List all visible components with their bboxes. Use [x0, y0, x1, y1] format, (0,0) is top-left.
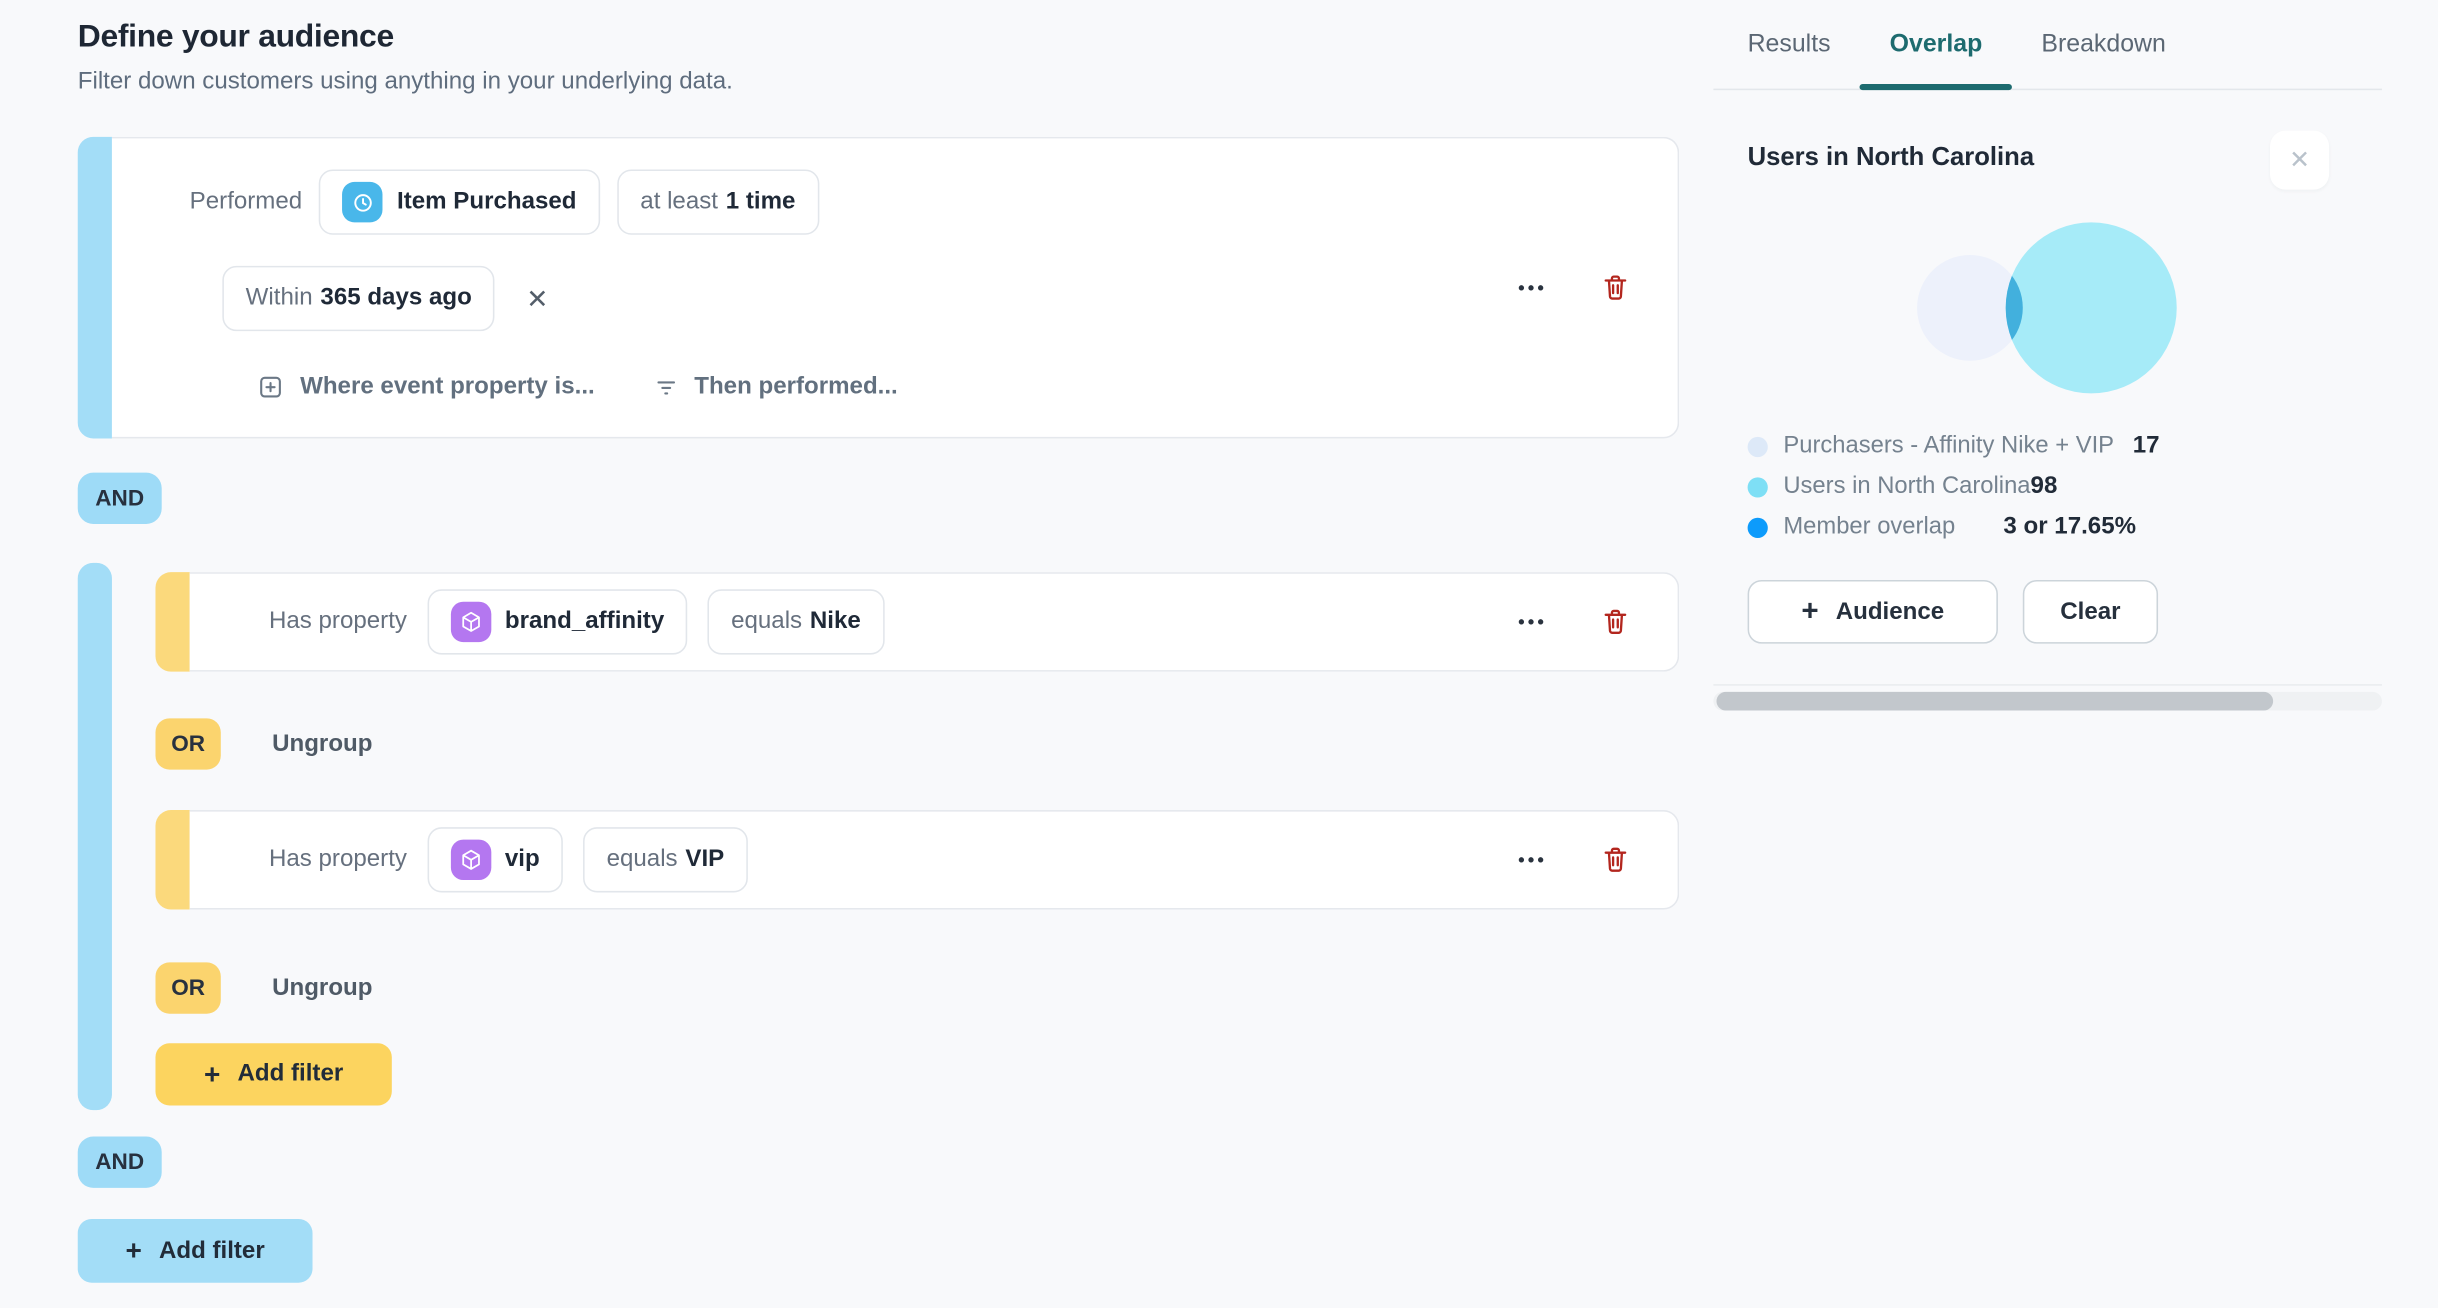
- event-group-color-bar: [77, 136, 112, 439]
- close-icon[interactable]: ✕: [2270, 130, 2330, 190]
- has-property-label: Has property: [268, 607, 407, 635]
- add-audience-label: Audience: [1835, 597, 1945, 625]
- legend-value: 98: [2030, 472, 2058, 500]
- audience-builder-page: Define your audience Filter down custome…: [0, 0, 2438, 1308]
- ungroup-link[interactable]: Ungroup: [272, 730, 372, 758]
- legend-value: 17: [2132, 432, 2160, 459]
- results-panel: Results Overlap Breakdown Users in North…: [1713, 0, 2382, 1308]
- panel-actions: + Audience Clear: [1747, 579, 2159, 644]
- more-options-icon[interactable]: •••: [1518, 611, 1547, 633]
- filter-icon: [652, 374, 678, 400]
- overlap-legend: Purchasers - Affinity Nike + VIP 17 User…: [1747, 426, 2160, 547]
- legend-label: Purchasers - Affinity Nike + VIP: [1783, 432, 2115, 459]
- performed-label: Performed: [189, 188, 303, 215]
- tab-breakdown[interactable]: Breakdown: [2012, 0, 2196, 89]
- property-name: brand_affinity: [504, 607, 665, 635]
- frequency-prefix: at least: [640, 188, 719, 215]
- or-connector-badge[interactable]: OR: [155, 962, 221, 1014]
- has-property-label: Has property: [268, 845, 407, 873]
- legend-row: Purchasers - Affinity Nike + VIP 17: [1747, 426, 2160, 466]
- event-pill[interactable]: Item Purchased: [319, 169, 600, 235]
- plus-icon: +: [204, 1058, 221, 1090]
- legend-label: Users in North Carolina: [1783, 472, 2031, 500]
- more-options-icon[interactable]: •••: [1518, 849, 1547, 871]
- overlap-audience-title: Users in North Carolina: [1747, 143, 2035, 172]
- where-event-property-link[interactable]: Where event property is...: [257, 373, 595, 401]
- legend-dot: [1747, 476, 1768, 497]
- tab-results[interactable]: Results: [1718, 0, 1860, 89]
- cube-icon: [450, 839, 491, 881]
- frequency-value: 1 time: [725, 188, 796, 215]
- operator: equals: [606, 845, 678, 873]
- legend-row: Users in North Carolina 98: [1747, 466, 2160, 506]
- delete-filter-icon[interactable]: [1600, 606, 1631, 637]
- and-connector-badge[interactable]: AND: [77, 472, 162, 524]
- property-filter-card-body: Has property vip equals VIP •••: [189, 810, 1680, 910]
- event-filter-card-body: Performed Item Purchased at least 1 time…: [111, 136, 1680, 439]
- property-filter-card: Has property vip equals VIP •••: [155, 810, 1680, 910]
- event-filter-card: Performed Item Purchased at least 1 time…: [77, 136, 1680, 439]
- page-title: Define your audience: [77, 18, 394, 55]
- plus-icon: +: [1801, 594, 1819, 628]
- legend-row: Member overlap 3 or 17.65%: [1747, 507, 2160, 547]
- group-add-filter-button[interactable]: + Add filter: [155, 1043, 392, 1106]
- root-add-filter-label: Add filter: [158, 1236, 265, 1264]
- or-group: Has property brand_affinity equals Nike …: [77, 562, 1680, 1111]
- property-filter-card: Has property brand_affinity equals Nike …: [155, 572, 1680, 672]
- time-window-prefix: Within: [245, 284, 313, 311]
- property-pill[interactable]: vip: [427, 827, 564, 893]
- remove-time-window-icon[interactable]: ✕: [526, 285, 548, 311]
- group-add-filter-label: Add filter: [237, 1060, 344, 1087]
- or-group-color-bar: [77, 562, 112, 1111]
- operator-value-pill[interactable]: equals Nike: [707, 589, 885, 655]
- clock-icon: [342, 181, 384, 223]
- panel-divider: [1713, 684, 2382, 686]
- delete-filter-icon[interactable]: [1600, 844, 1631, 875]
- page-subtitle: Filter down customers using anything in …: [77, 68, 733, 95]
- root-add-filter-button[interactable]: + Add filter: [77, 1218, 313, 1283]
- frequency-pill[interactable]: at least 1 time: [616, 169, 819, 235]
- property-name: vip: [504, 845, 540, 873]
- property-pill[interactable]: brand_affinity: [427, 589, 688, 655]
- time-window-pill[interactable]: Within 365 days ago: [222, 265, 496, 332]
- delete-filter-icon[interactable]: [1600, 272, 1631, 303]
- more-options-icon[interactable]: •••: [1518, 277, 1547, 299]
- legend-dot: [1747, 516, 1768, 538]
- property-filter-card-body: Has property brand_affinity equals Nike …: [189, 572, 1680, 672]
- clear-button[interactable]: Clear: [2022, 579, 2159, 644]
- or-connector-row: OR Ungroup: [155, 718, 372, 770]
- or-connector-badge[interactable]: OR: [155, 718, 221, 770]
- operator: equals: [731, 607, 803, 635]
- legend-dot: [1747, 436, 1768, 457]
- tab-overlap[interactable]: Overlap: [1860, 0, 2012, 91]
- overlap-venn-diagram: [1917, 222, 2177, 394]
- horizontal-scrollbar-thumb[interactable]: [1716, 691, 2274, 711]
- panel-tabs: Results Overlap Breakdown: [1713, 0, 2382, 91]
- legend-value: 3 or 17.65%: [2003, 513, 2137, 540]
- filter-color-bar: [155, 810, 190, 910]
- cube-icon: [450, 601, 491, 643]
- plus-icon: +: [125, 1234, 142, 1266]
- add-audience-button[interactable]: + Audience: [1747, 579, 1998, 644]
- value: VIP: [685, 845, 725, 873]
- value: Nike: [809, 607, 861, 635]
- venn-right-circle: [2005, 222, 2177, 394]
- then-performed-link[interactable]: Then performed...: [652, 373, 898, 401]
- filter-color-bar: [155, 572, 190, 672]
- time-window-value: 365 days ago: [320, 284, 472, 311]
- clear-label: Clear: [2060, 597, 2121, 625]
- and-connector-badge[interactable]: AND: [77, 1136, 162, 1188]
- operator-value-pill[interactable]: equals VIP: [583, 827, 748, 893]
- plus-square-icon: [257, 373, 285, 401]
- ungroup-link[interactable]: Ungroup: [272, 974, 372, 1002]
- event-name: Item Purchased: [397, 188, 577, 215]
- or-connector-row: OR Ungroup: [155, 962, 372, 1014]
- legend-label: Member overlap: [1783, 513, 1956, 540]
